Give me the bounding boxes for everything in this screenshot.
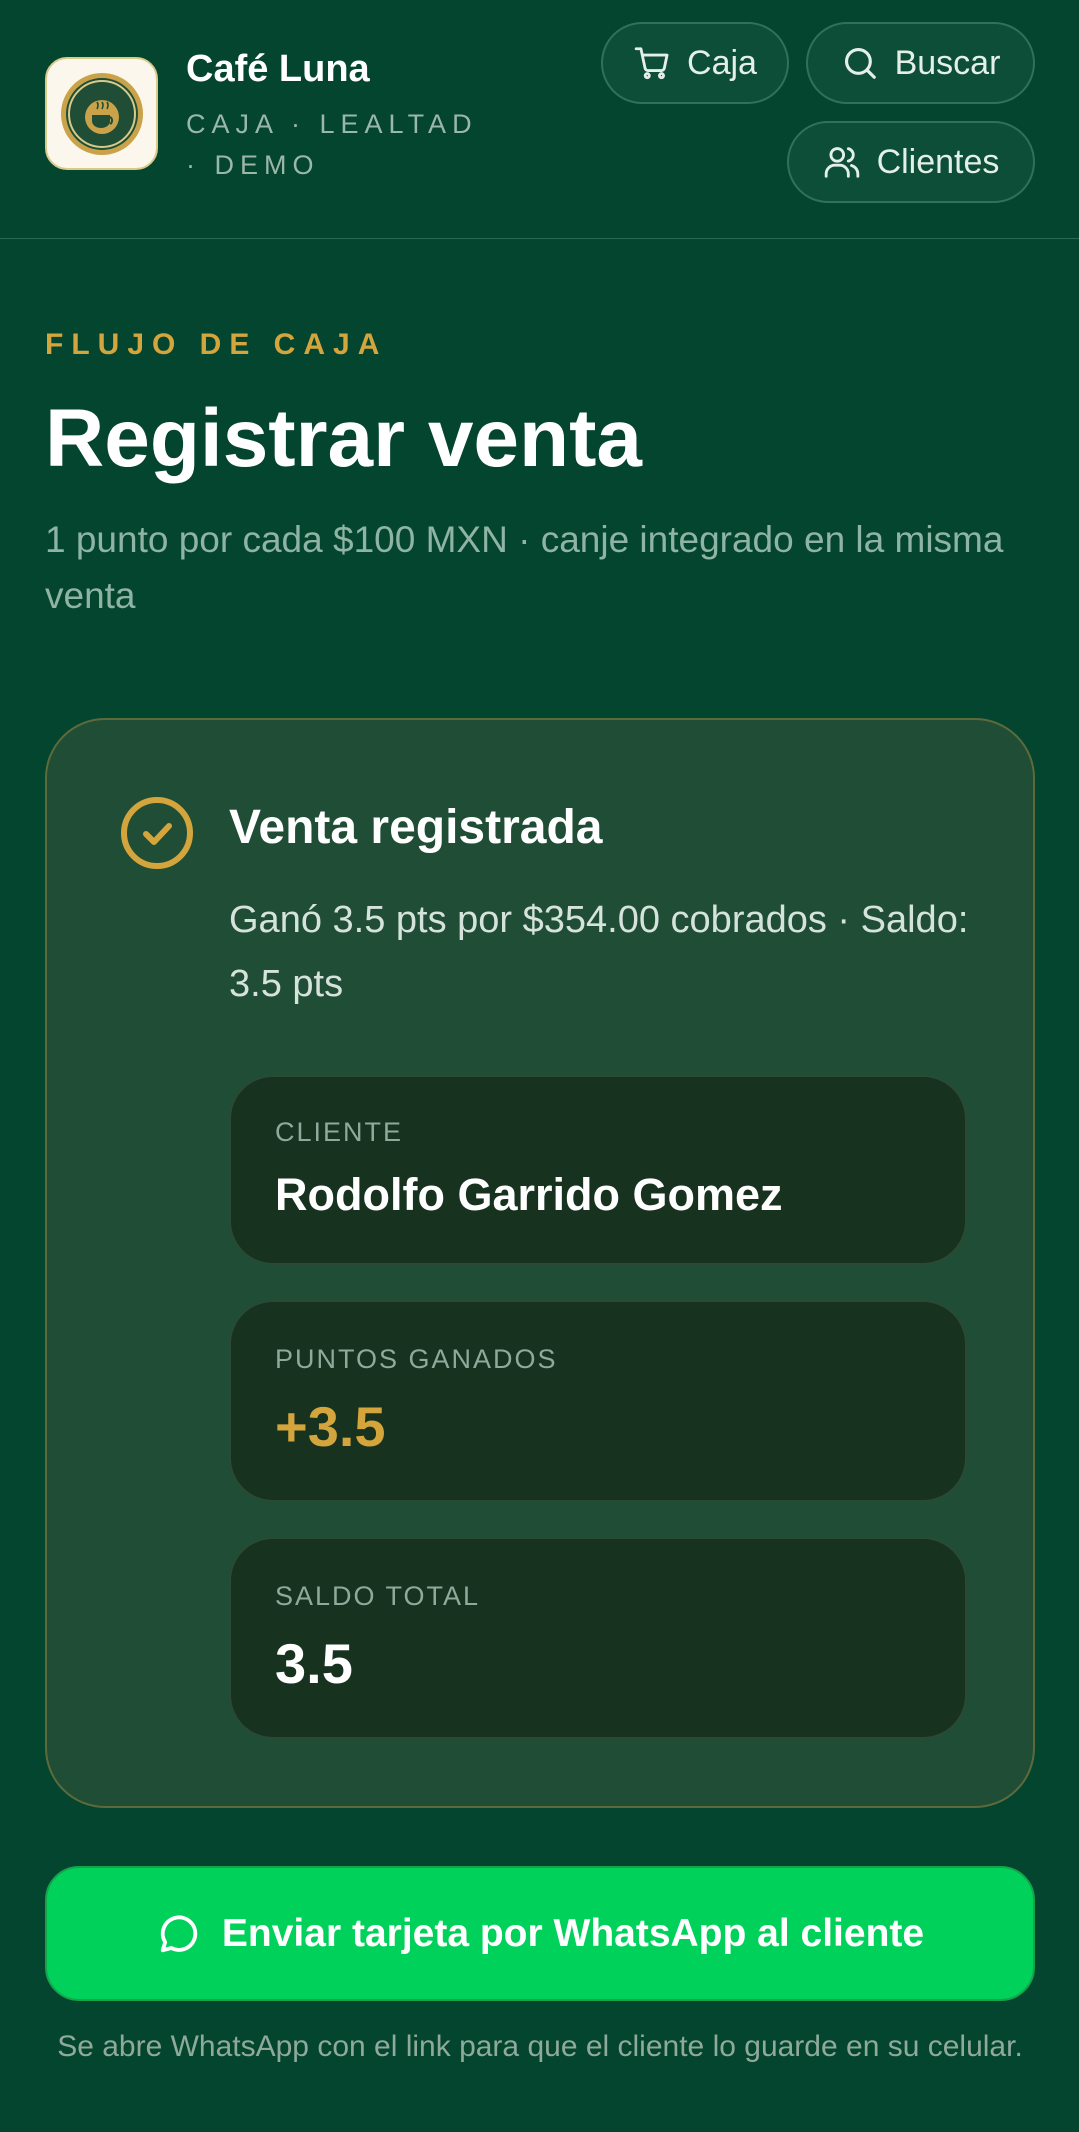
whatsapp-note: Se abre WhatsApp con el link para que el… bbox=[57, 2030, 1023, 2063]
points-label: PUNTOS GANADOS bbox=[275, 1344, 558, 1374]
balance-stat-box: SALDO TOTAL 3.5 bbox=[229, 1537, 967, 1739]
search-icon bbox=[844, 47, 876, 79]
balance-value: 3.5 bbox=[275, 1632, 353, 1695]
buscar-button-label: Buscar bbox=[894, 43, 1001, 82]
section-eyebrow: FLUJO DE CAJA bbox=[45, 328, 388, 361]
page-title: Registrar venta bbox=[45, 393, 643, 484]
caja-button-label: Caja bbox=[687, 43, 757, 82]
sale-result-card: Venta registrada Ganó 3.5 pts por $354.0… bbox=[45, 718, 1035, 1808]
points-stat-box: PUNTOS GANADOS +3.5 bbox=[229, 1300, 967, 1502]
send-whatsapp-button[interactable]: Enviar tarjeta por WhatsApp al cliente bbox=[45, 1866, 1035, 2001]
balance-label: SALDO TOTAL bbox=[275, 1581, 481, 1611]
buscar-button[interactable]: Buscar bbox=[806, 22, 1035, 104]
brand-name: Café Luna bbox=[186, 48, 370, 90]
result-description: Ganó 3.5 pts por $354.00 cobrados · Sald… bbox=[229, 899, 969, 1005]
clientes-button-label: Clientes bbox=[876, 142, 1000, 181]
client-label: CLIENTE bbox=[275, 1117, 404, 1147]
caja-button[interactable]: Caja bbox=[601, 22, 789, 104]
client-name: Rodolfo Garrido Gomez bbox=[275, 1169, 783, 1220]
clientes-button[interactable]: Clientes bbox=[787, 121, 1035, 203]
result-title: Venta registrada bbox=[229, 801, 603, 854]
client-stat-box: CLIENTE Rodolfo Garrido Gomez bbox=[229, 1075, 967, 1265]
page-subtitle: 1 punto por cada $100 MXN · canje integr… bbox=[45, 519, 1004, 616]
whatsapp-icon bbox=[160, 1914, 198, 1952]
brand-subtitle: CAJA · LEALTAD · DEMO bbox=[186, 109, 478, 180]
users-icon bbox=[824, 147, 859, 178]
logo-seal-icon bbox=[60, 72, 143, 155]
points-value: +3.5 bbox=[275, 1395, 386, 1458]
cart-icon bbox=[634, 47, 669, 80]
cafe-luna-logo[interactable] bbox=[45, 57, 158, 170]
send-whatsapp-label: Enviar tarjeta por WhatsApp al cliente bbox=[221, 1911, 925, 1955]
app-header: Café Luna CAJA · LEALTAD · DEMO Caja Bus… bbox=[0, 0, 1079, 239]
check-circle-icon bbox=[121, 797, 193, 869]
